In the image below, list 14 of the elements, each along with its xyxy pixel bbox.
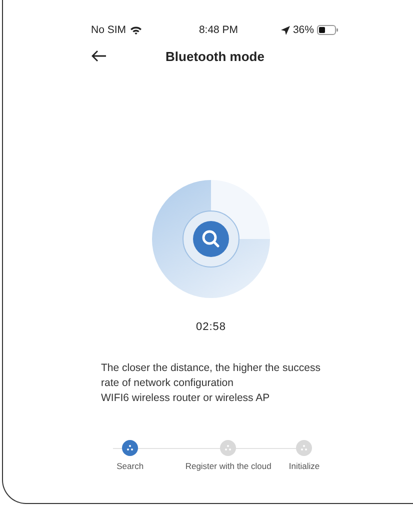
tip-text: WIFI6 wireless router or wireless AP: [101, 391, 271, 406]
tip-text: The closer the distance, the higher the success rate of network configuration: [101, 361, 322, 391]
step-label: Register with the cloud: [185, 461, 272, 471]
back-arrow-icon[interactable]: [91, 50, 107, 62]
location-arrow-icon: [280, 26, 290, 34]
step-label: Initialize: [288, 461, 320, 471]
step-label: Search: [116, 461, 144, 471]
carrier-text: No SIM: [91, 24, 126, 36]
page-title: Bluetooth mode: [166, 48, 264, 64]
wifi-icon: [130, 26, 142, 34]
clock-text: 8:48 PM: [198, 24, 238, 36]
battery-percent-text: 36%: [292, 24, 314, 36]
battery-icon: [316, 25, 339, 35]
countdown-timer: 02:58: [194, 321, 228, 333]
